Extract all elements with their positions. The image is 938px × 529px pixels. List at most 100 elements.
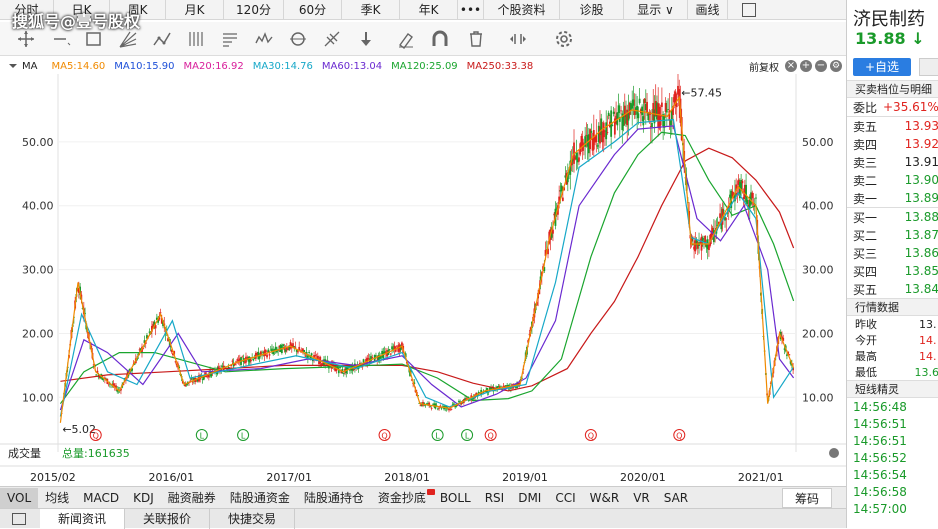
kline-chart[interactable]: 50.0050.0040.0040.0030.0030.0020.0020.00… — [0, 74, 846, 486]
settings-gear-icon[interactable] — [554, 29, 574, 49]
adjust-mode[interactable]: 前复权 — [749, 59, 779, 74]
candle-body — [719, 213, 721, 218]
quote-value: 13. — [919, 318, 937, 331]
indicator-tab-10[interactable]: DMI — [511, 488, 548, 508]
candle-body — [651, 123, 653, 127]
indicator-tab-13[interactable]: VR — [626, 488, 657, 508]
quote-label: 今开 — [855, 332, 919, 348]
event-marker-label: L — [465, 432, 470, 441]
panel-toggle-icon[interactable] — [12, 513, 26, 525]
candle-body — [644, 99, 646, 103]
quote-label: 昨收 — [855, 316, 919, 332]
asks-price: 13.89 — [905, 191, 938, 205]
list-view-icon[interactable] — [919, 58, 938, 76]
arrow-down-tool-icon[interactable] — [356, 29, 376, 49]
x-axis-label: 2016/01 — [148, 471, 194, 484]
indicator-tab-4[interactable]: 融资融券 — [161, 488, 223, 508]
short-line-item[interactable]: 14:56:51 — [847, 415, 938, 432]
period-tab-7[interactable]: 年K — [400, 0, 458, 20]
pattern-tool-icon[interactable] — [152, 29, 172, 49]
period-tab-10[interactable]: 诊股 — [560, 0, 624, 20]
period-tab-8[interactable]: ••• — [458, 0, 484, 20]
candle-body — [375, 355, 377, 356]
short-line-item[interactable]: 14:57:00 — [847, 500, 938, 517]
volume-total: 总量:161635 — [62, 446, 130, 460]
add-icon[interactable]: + — [800, 60, 812, 72]
indicator-tab-6[interactable]: 陆股通持仓 — [297, 488, 371, 508]
indicator-tab-7[interactable]: 资金抄底 — [371, 488, 433, 508]
candle-body — [637, 113, 639, 118]
period-tab-11[interactable]: 显示 ∨ — [624, 0, 688, 20]
period-tab-9[interactable]: 个股资料 — [484, 0, 560, 20]
candle-body — [745, 185, 747, 202]
asks-price: 13.93 — [905, 119, 938, 133]
news-tab-2[interactable]: 快捷交易 — [210, 509, 295, 529]
indicator-tab-0[interactable]: VOL — [0, 488, 38, 508]
ma-label: MA — [22, 61, 37, 72]
indicator-tab-9[interactable]: RSI — [478, 488, 512, 508]
bid-levels: 买一13.88买二13.87买三13.86买四13.85买五13.84 — [847, 207, 938, 298]
bids-label: 买二 — [853, 227, 905, 244]
crosshair-icon[interactable] — [16, 29, 36, 49]
short-line-item[interactable]: 14:56:58 — [847, 483, 938, 500]
wave-tool-icon[interactable] — [254, 29, 274, 49]
news-tab-0[interactable]: 新闻资讯 — [40, 509, 125, 529]
rectangle-tool-icon[interactable] — [84, 29, 104, 49]
indicator-tab-11[interactable]: CCI — [548, 488, 582, 508]
period-tab-3[interactable]: 月K — [166, 0, 224, 20]
add-watchlist-button[interactable]: +自选 — [853, 58, 911, 76]
close-icon[interactable]: × — [785, 60, 797, 72]
indicator-tab-2[interactable]: MACD — [76, 488, 126, 508]
indicator-tab-14[interactable]: SAR — [657, 488, 695, 508]
period-tab-6[interactable]: 季K — [342, 0, 400, 20]
vertical-lines-icon[interactable] — [186, 29, 206, 49]
indicator-tab-3[interactable]: KDJ — [126, 488, 161, 508]
ratio-value: +35.61% — [883, 100, 938, 114]
short-line-item[interactable]: 14:56:51 — [847, 432, 938, 449]
indicator-tab-15[interactable]: 筹码 — [782, 488, 832, 508]
asks-row: 卖二13.90 — [847, 171, 938, 189]
period-tab-4[interactable]: 120分 — [224, 0, 284, 20]
collapse-arrow-icon[interactable] — [8, 61, 18, 71]
indicator-tab-12[interactable]: W&R — [583, 488, 627, 508]
trash-icon[interactable] — [466, 29, 486, 49]
indicator-tab-8[interactable]: BOLL — [433, 488, 478, 508]
fan-tool-icon[interactable] — [118, 29, 138, 49]
candle-body — [371, 357, 373, 358]
y-tick-label: 50.00 — [22, 136, 54, 149]
quote-panel: 济民制药 13.88 ↓ +自选 买卖档位与明细 委比 +35.61% 卖五13… — [846, 0, 938, 528]
remove-icon[interactable]: − — [815, 60, 827, 72]
y-tick-label: 30.00 — [22, 264, 54, 277]
grid-layout-icon[interactable] — [742, 3, 756, 17]
candle-body — [95, 374, 97, 375]
candle-body — [613, 112, 615, 114]
price-down-arrow-icon: ↓ — [911, 29, 924, 48]
candle-body — [218, 366, 220, 367]
stock-price: 13.88 — [855, 29, 906, 48]
news-tab-1[interactable]: 关联报价 — [125, 509, 210, 529]
asks-price: 13.91 — [905, 155, 938, 169]
ma-value-0: MA5:14.60 — [51, 61, 105, 72]
ma-settings-icon[interactable]: ⚙ — [830, 60, 842, 72]
candle-body — [343, 373, 345, 374]
short-line-item[interactable]: 14:56:48 — [847, 398, 938, 415]
line-tool-icon[interactable] — [52, 29, 72, 49]
period-tab-12[interactable]: 画线 — [688, 0, 728, 20]
indicator-tab-5[interactable]: 陆股通资金 — [223, 488, 297, 508]
short-line-item[interactable]: 14:56:52 — [847, 449, 938, 466]
magnet-icon[interactable] — [430, 29, 450, 49]
volume-settings-icon[interactable] — [829, 448, 839, 458]
fibonacci-tool-icon[interactable] — [322, 29, 342, 49]
quote-row: 最高14. — [847, 348, 938, 364]
cycle-tool-icon[interactable] — [288, 29, 308, 49]
candle-body — [469, 400, 471, 401]
text-note-icon[interactable] — [220, 29, 240, 49]
candle-body — [743, 197, 745, 199]
zoom-range-icon[interactable] — [508, 29, 528, 49]
period-tab-5[interactable]: 60分 — [284, 0, 342, 20]
eraser-icon[interactable] — [396, 29, 416, 49]
event-marker-label: Q — [488, 432, 494, 441]
ma-line-ma60 — [60, 126, 793, 410]
indicator-tab-1[interactable]: 均线 — [38, 488, 76, 508]
short-line-item[interactable]: 14:56:54 — [847, 466, 938, 483]
